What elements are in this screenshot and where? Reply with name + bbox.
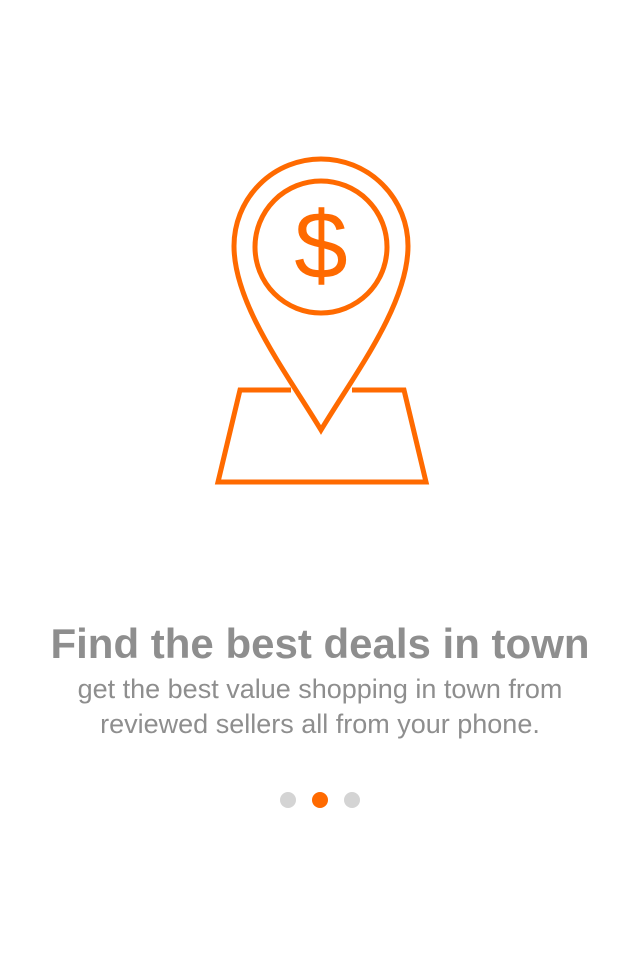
onboarding-title: Find the best deals in town [50, 620, 590, 667]
onboarding-text: Find the best deals in town get the best… [0, 616, 640, 742]
page-dot-1[interactable] [280, 792, 296, 808]
page-dot-3[interactable] [344, 792, 360, 808]
onboarding-subtitle: get the best value shopping in town from… [77, 674, 563, 739]
map-base-shape [214, 387, 430, 485]
page-dot-2[interactable] [312, 792, 328, 808]
page-indicator [0, 792, 640, 808]
map-pin-dollar-icon: $ [200, 150, 440, 495]
dollar-symbol: $ [294, 192, 347, 299]
